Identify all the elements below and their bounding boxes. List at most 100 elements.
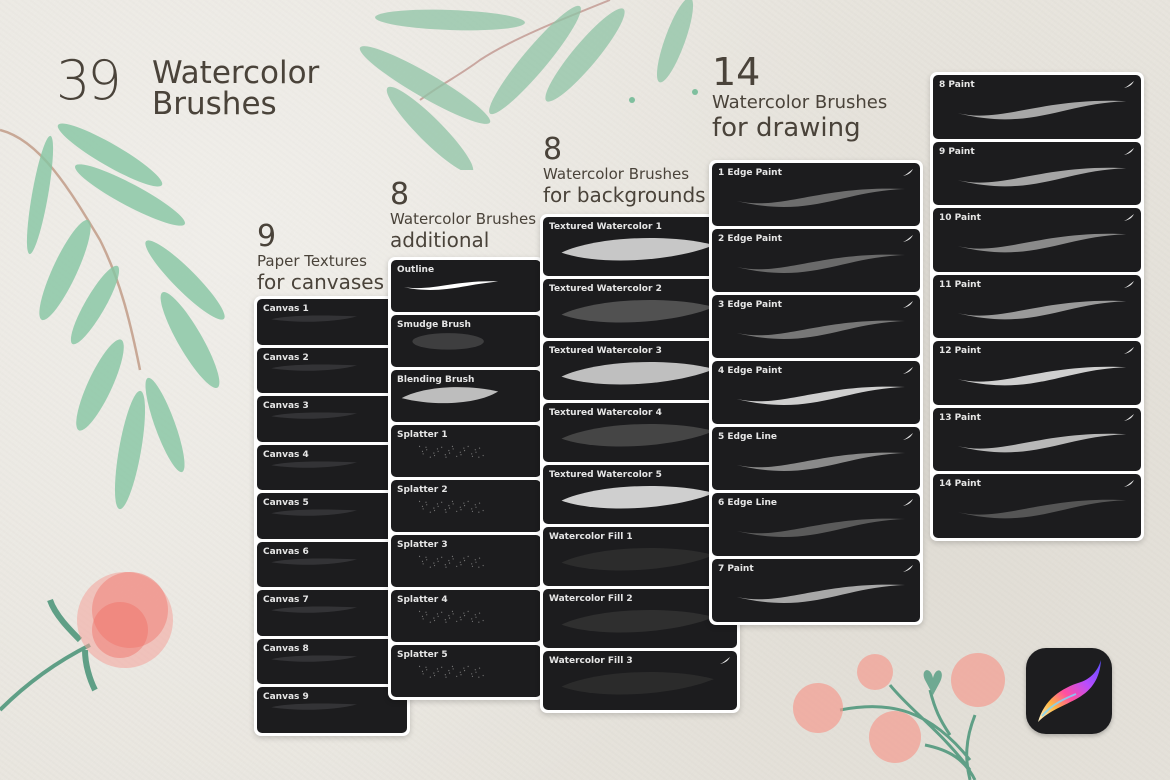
brush-name: 3 Edge Paint <box>718 300 782 310</box>
drawing-brushes-panel-2: 8 Paint 9 Paint 10 Paint 11 Paint 12 Paint 13… <box>930 72 1144 541</box>
section-count: 14 <box>712 50 761 94</box>
edit-brush-icon[interactable] <box>1124 413 1134 422</box>
drawing-brushes-panel-1: 1 Edge Paint 2 Edge Paint 3 Edge Paint 4 Ed… <box>709 160 923 625</box>
brush-card[interactable]: Splatter 4 <box>391 590 541 642</box>
brush-name: Splatter 2 <box>397 485 448 495</box>
brush-name: Canvas 5 <box>263 498 309 508</box>
brush-card[interactable]: Smudge Brush <box>391 315 541 367</box>
brush-name: Textured Watercolor 1 <box>549 222 662 232</box>
additional-brushes-panel: Outline Smudge Brush Blending Brush Splatte… <box>388 257 544 700</box>
brush-card[interactable]: 7 Paint <box>712 559 920 622</box>
brush-name: Canvas 1 <box>263 304 309 314</box>
section-heading-drawing: 14 Watercolor Brushes for drawing <box>712 52 887 142</box>
edit-brush-icon[interactable] <box>1124 347 1134 355</box>
edit-brush-icon[interactable] <box>903 301 913 309</box>
brush-name: 7 Paint <box>718 564 754 574</box>
brush-name: Canvas 9 <box>263 692 309 702</box>
brush-name: 12 Paint <box>939 346 981 356</box>
brush-card[interactable]: Canvas 3 <box>257 396 407 442</box>
edit-brush-icon[interactable] <box>903 565 913 573</box>
brush-card[interactable]: 9 Paint <box>933 141 1141 205</box>
section-count: 8 <box>543 132 563 167</box>
edit-brush-icon[interactable] <box>1124 280 1134 289</box>
section-title: for backgrounds <box>543 183 706 207</box>
brush-card[interactable]: 4 Edge Paint <box>712 361 920 424</box>
edit-brush-icon[interactable] <box>903 499 913 507</box>
brush-card[interactable]: 1 Edge Paint <box>712 163 920 226</box>
brush-card[interactable]: Splatter 5 <box>391 645 541 697</box>
brush-name: Canvas 8 <box>263 643 309 654</box>
edit-brush-icon[interactable] <box>903 433 913 441</box>
brush-name: 11 Paint <box>939 279 981 290</box>
brush-card[interactable]: Canvas 2 <box>257 347 407 393</box>
brush-name: 14 Paint <box>939 479 981 489</box>
edit-brush-icon[interactable] <box>903 367 913 375</box>
brush-name: Splatter 3 <box>397 540 448 550</box>
brush-card[interactable]: Splatter 1 <box>391 425 541 477</box>
brush-card[interactable]: Blending Brush <box>391 370 541 422</box>
brush-card[interactable]: Textured Watercolor 5 <box>543 465 737 524</box>
brush-card[interactable]: Textured Watercolor 1 <box>543 217 737 276</box>
brush-card[interactable]: Canvas 9 <box>257 687 407 733</box>
brush-name: Canvas 2 <box>263 352 309 363</box>
brush-card[interactable]: 10 Paint <box>933 208 1141 272</box>
title-line-2: Brushes <box>152 86 277 122</box>
canvas-textures-panel: Canvas 1 Canvas 2 Canvas 3 Canvas 4 Canvas 5… <box>254 296 410 736</box>
brush-name: Smudge Brush <box>397 320 471 330</box>
section-count: 9 <box>257 219 277 254</box>
brush-card[interactable]: 8 Paint <box>933 75 1141 139</box>
brush-card[interactable]: Outline <box>391 260 541 312</box>
brush-card[interactable]: 11 Paint <box>933 274 1141 338</box>
brush-card[interactable]: Canvas 4 <box>257 444 407 490</box>
edit-brush-icon[interactable] <box>1124 214 1134 222</box>
brush-name: 5 Edge Line <box>718 432 777 442</box>
section-title: additional <box>390 228 490 252</box>
edit-brush-icon[interactable] <box>720 657 730 665</box>
brush-name: 6 Edge Line <box>718 498 777 508</box>
brush-card[interactable]: 6 Edge Line <box>712 493 920 556</box>
section-heading-additional: 8 Watercolor Brushes additional <box>390 180 537 252</box>
procreate-app-icon <box>1026 648 1112 734</box>
edit-brush-icon[interactable] <box>1124 147 1134 156</box>
brush-card[interactable]: Splatter 3 <box>391 535 541 587</box>
section-heading-canvases: 9 Paper Textures for canvases <box>257 219 384 294</box>
brush-card[interactable]: Canvas 6 <box>257 541 407 587</box>
brush-card[interactable]: 2 Edge Paint <box>712 229 920 292</box>
brush-card[interactable]: Watercolor Fill 3 <box>543 651 737 710</box>
brush-card[interactable]: 12 Paint <box>933 341 1141 405</box>
section-subtitle: Watercolor Brushes <box>712 92 888 113</box>
brush-card[interactable]: 14 Paint <box>933 474 1141 538</box>
brush-card[interactable]: Textured Watercolor 3 <box>543 341 737 400</box>
brush-name: 9 Paint <box>939 146 975 157</box>
section-subtitle: Watercolor Brushes <box>543 165 690 183</box>
brush-card[interactable]: Textured Watercolor 4 <box>543 403 737 462</box>
brush-card[interactable]: Canvas 7 <box>257 590 407 636</box>
brush-card[interactable]: 5 Edge Line <box>712 427 920 490</box>
brush-name: Canvas 6 <box>263 546 309 557</box>
brush-card[interactable]: Canvas 5 <box>257 493 407 539</box>
edit-brush-icon[interactable] <box>1124 81 1134 89</box>
brush-card[interactable]: 13 Paint <box>933 407 1141 471</box>
section-subtitle: Watercolor Brushes <box>390 210 537 228</box>
brush-name: Watercolor Fill 1 <box>549 532 633 542</box>
brush-name: Splatter 1 <box>397 430 448 440</box>
procreate-brush-icon <box>1038 660 1101 722</box>
edit-brush-icon[interactable] <box>903 235 913 243</box>
edit-brush-icon[interactable] <box>1124 480 1134 488</box>
brush-card[interactable]: 3 Edge Paint <box>712 295 920 358</box>
brush-card[interactable]: Watercolor Fill 1 <box>543 527 737 586</box>
title-words: Watercolor Brushes <box>152 58 319 120</box>
brush-card[interactable]: Textured Watercolor 2 <box>543 279 737 338</box>
brush-name: 10 Paint <box>939 213 981 223</box>
brush-name: Outline <box>397 265 435 275</box>
brush-card[interactable]: Canvas 1 <box>257 299 407 345</box>
brush-card[interactable]: Splatter 2 <box>391 480 541 532</box>
brush-name: 8 Paint <box>939 80 975 90</box>
brush-name: Textured Watercolor 5 <box>549 470 662 480</box>
brush-card[interactable]: Watercolor Fill 2 <box>543 589 737 648</box>
edit-brush-icon[interactable] <box>903 169 913 177</box>
brush-name: 2 Edge Paint <box>718 234 782 244</box>
brush-name: Splatter 5 <box>397 650 448 660</box>
brush-card[interactable]: Canvas 8 <box>257 638 407 684</box>
brush-name: Canvas 4 <box>263 449 309 460</box>
